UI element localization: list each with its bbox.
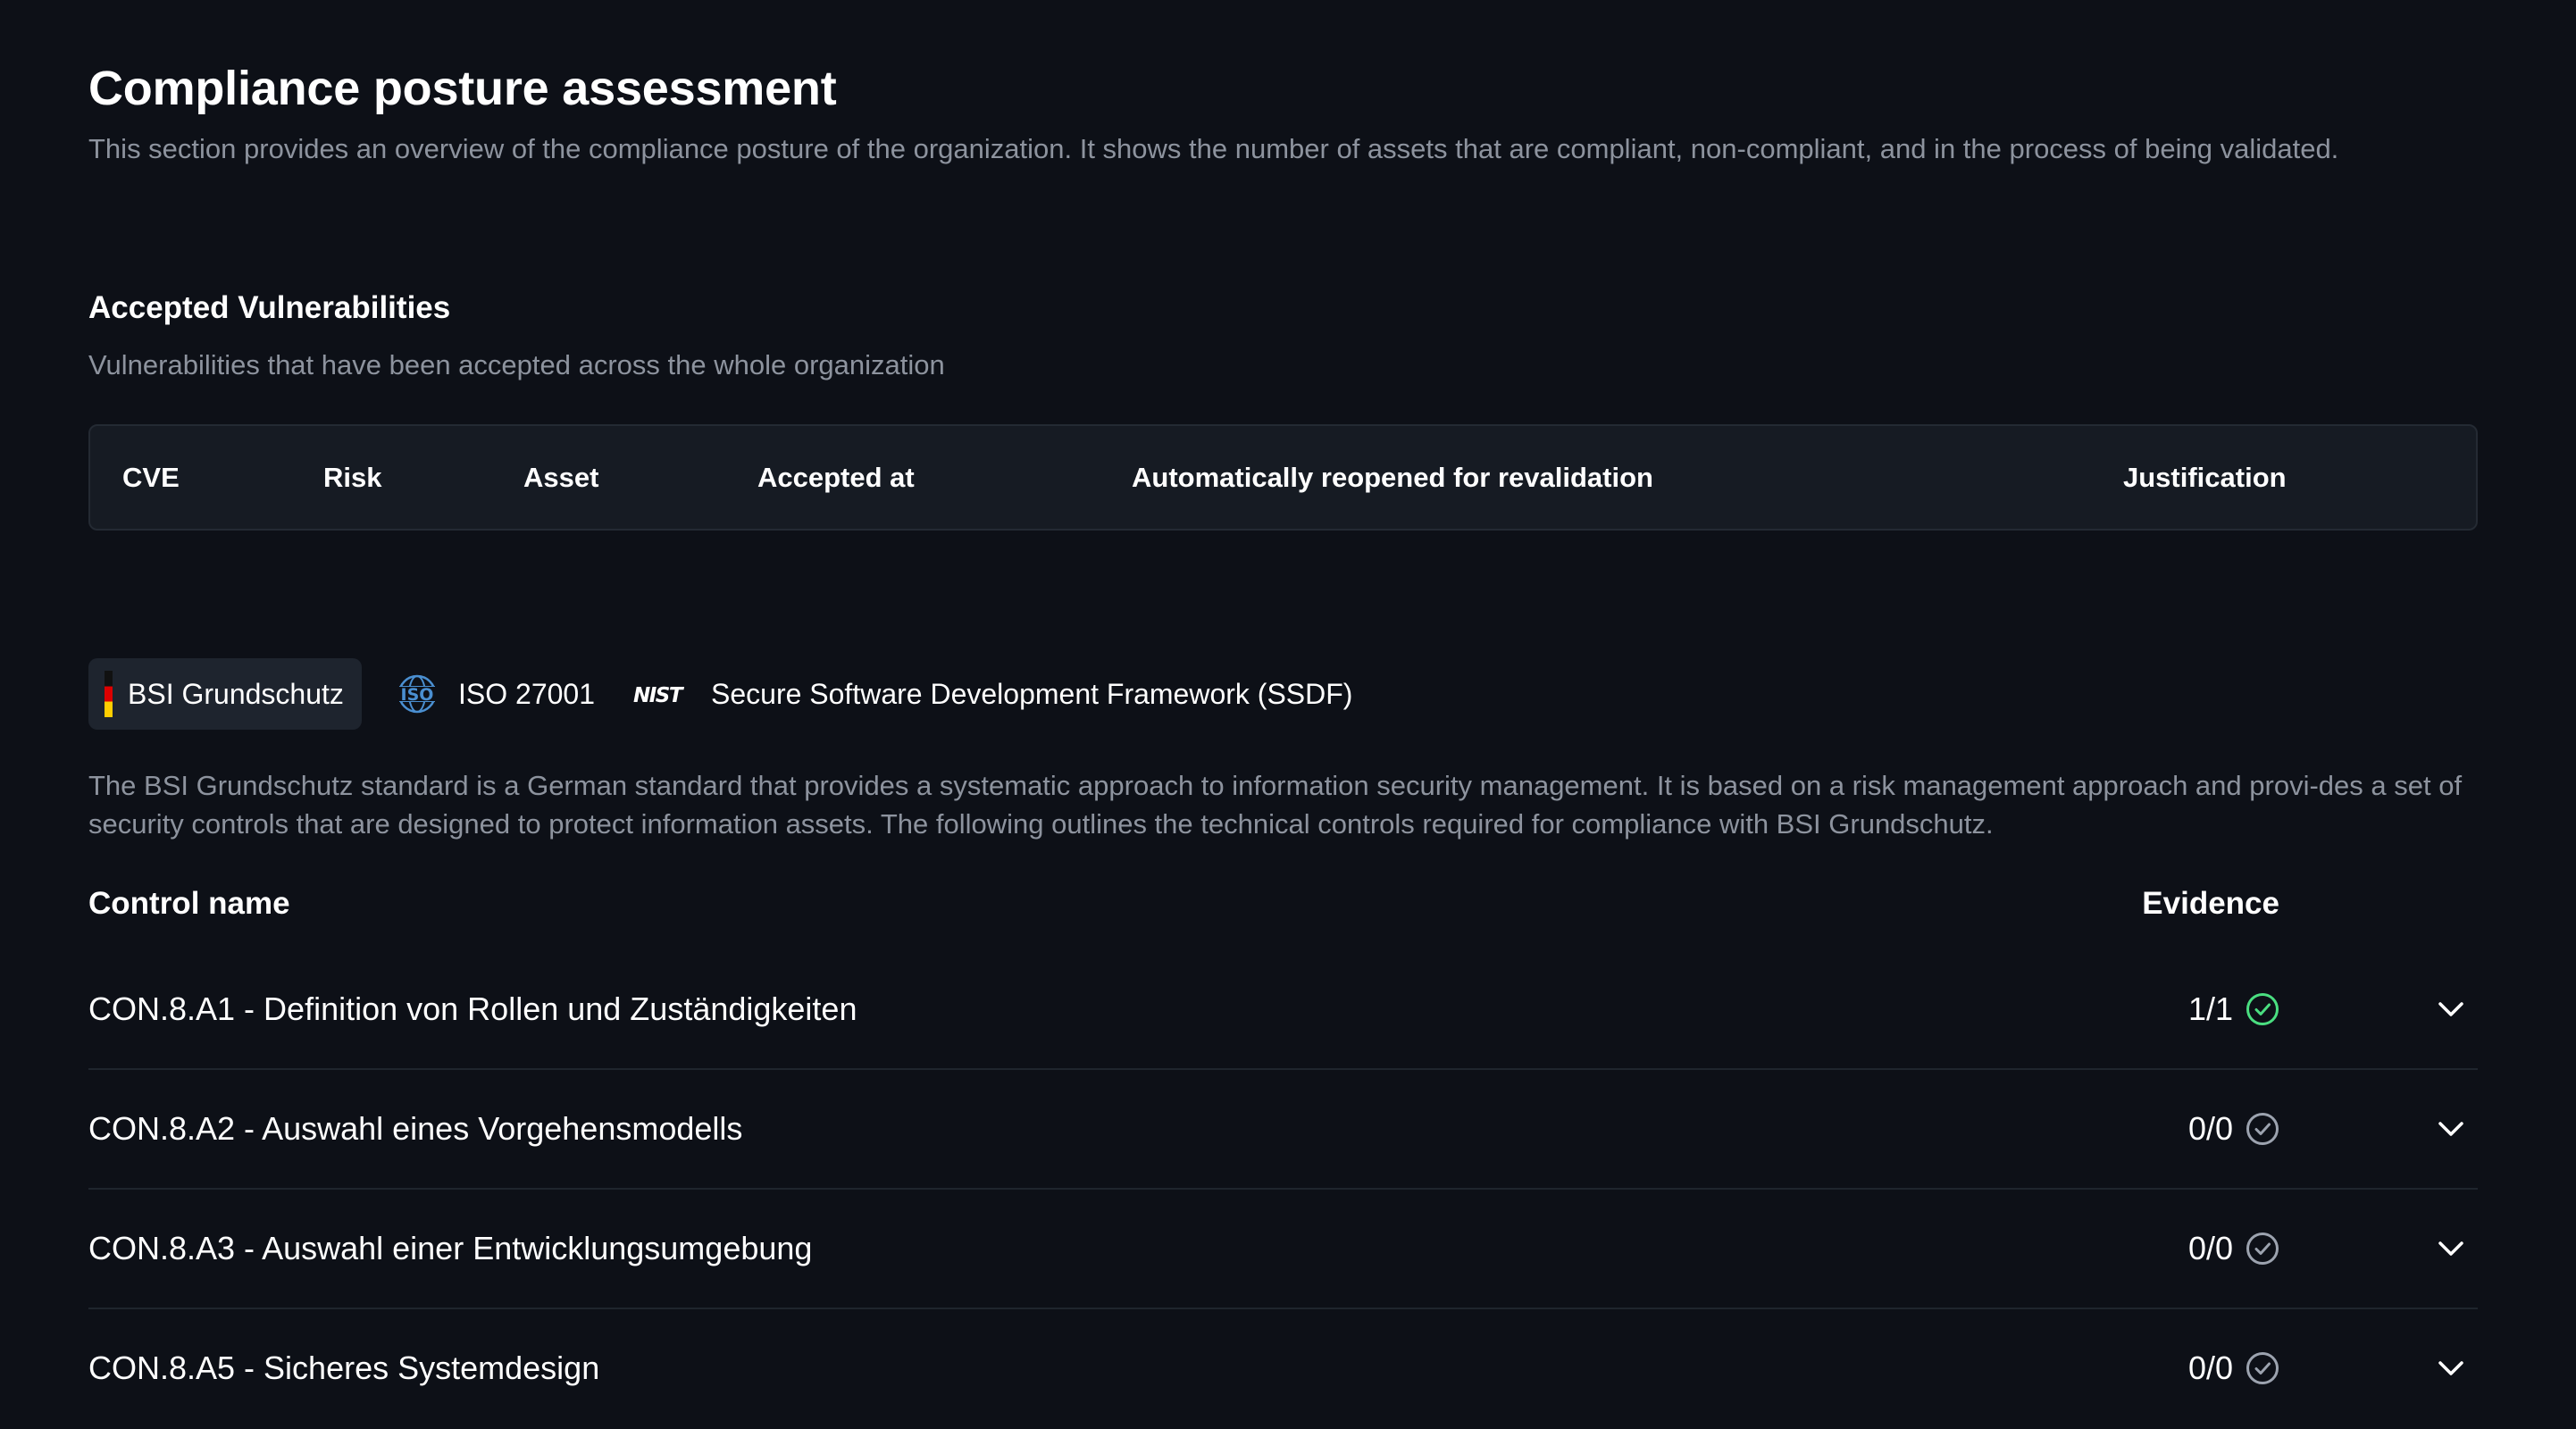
control-name: CON.8.A1 - Definition von Rollen und Zus… <box>88 990 857 1027</box>
column-header-asset[interactable]: Asset <box>523 426 598 529</box>
evidence-count: 0/0 <box>2187 1110 2233 1147</box>
controls-table-header: Control name Evidence <box>88 886 2478 931</box>
expand-chevron[interactable] <box>2424 1070 2478 1188</box>
page-description: This section provides an overview of the… <box>88 133 2339 164</box>
check-circle-icon <box>2246 1352 2279 1384</box>
tab-label: BSI Grundschutz <box>128 677 344 710</box>
column-header-control-name: Control name <box>88 886 290 921</box>
svg-text:NIST: NIST <box>633 684 685 705</box>
expand-chevron[interactable] <box>2424 1309 2478 1427</box>
tab-ssdf[interactable]: NIST Secure Software Development Framewo… <box>633 658 1352 730</box>
framework-description: The BSI Grundschutz standard is a German… <box>88 770 2463 840</box>
accepted-vulnerabilities-title: Accepted Vulnerabilities <box>88 290 451 325</box>
column-header-reopened[interactable]: Automatically reopened for revalidation <box>1132 426 1653 529</box>
evidence-status: 0/0 <box>2188 1190 2279 1308</box>
expand-chevron[interactable] <box>2424 950 2478 1068</box>
iso-logo-icon: ISO <box>393 674 441 714</box>
column-header-accepted-at[interactable]: Accepted at <box>757 426 915 529</box>
accepted-vulnerabilities-description: Vulnerabilities that have been accepted … <box>88 349 945 380</box>
column-header-risk[interactable]: Risk <box>323 426 381 529</box>
column-header-justification[interactable]: Justification <box>2123 426 2287 529</box>
tab-bsi-grundschutz[interactable]: BSI Grundschutz <box>88 658 362 730</box>
chevron-down-icon <box>2438 1241 2463 1256</box>
chevron-down-icon <box>2438 1002 2463 1016</box>
control-row[interactable]: CON.8.A3 - Auswahl einer Entwicklungsumg… <box>88 1190 2478 1309</box>
expand-chevron[interactable] <box>2424 1190 2478 1308</box>
tab-label: ISO 27001 <box>458 677 595 710</box>
page-title: Compliance posture assessment <box>88 62 837 115</box>
germany-flag-icon <box>105 671 113 717</box>
check-circle-icon <box>2246 993 2279 1025</box>
column-header-cve[interactable]: CVE <box>122 426 180 529</box>
control-row[interactable]: CON.8.A5 - Sicheres Systemdesign 0/0 <box>88 1309 2478 1429</box>
evidence-status: 1/1 <box>2188 950 2279 1068</box>
control-name: CON.8.A3 - Auswahl einer Entwicklungsumg… <box>88 1230 813 1266</box>
chevron-down-icon <box>2438 1361 2463 1375</box>
evidence-count: 1/1 <box>2187 990 2233 1027</box>
evidence-count: 0/0 <box>2187 1350 2233 1386</box>
control-row[interactable]: CON.8.A1 - Definition von Rollen und Zus… <box>88 950 2478 1070</box>
evidence-count: 0/0 <box>2187 1230 2233 1266</box>
nist-logo-icon: NIST <box>633 684 686 705</box>
tab-iso-27001[interactable]: ISO ISO 27001 <box>391 658 595 730</box>
control-name: CON.8.A5 - Sicheres Systemdesign <box>88 1350 600 1386</box>
control-name: CON.8.A2 - Auswahl eines Vorgehensmodell… <box>88 1110 743 1147</box>
check-circle-icon <box>2246 1233 2279 1265</box>
control-row[interactable]: CON.8.A2 - Auswahl eines Vorgehensmodell… <box>88 1070 2478 1190</box>
accepted-vulnerabilities-table: CVE Risk Asset Accepted at Automatically… <box>88 424 2478 531</box>
chevron-down-icon <box>2438 1122 2463 1136</box>
column-header-evidence: Evidence <box>2142 886 2279 921</box>
evidence-status: 0/0 <box>2188 1309 2279 1427</box>
evidence-status: 0/0 <box>2188 1070 2279 1188</box>
svg-text:ISO: ISO <box>401 685 434 705</box>
tab-label: Secure Software Development Framework (S… <box>711 677 1353 710</box>
check-circle-icon <box>2246 1113 2279 1145</box>
